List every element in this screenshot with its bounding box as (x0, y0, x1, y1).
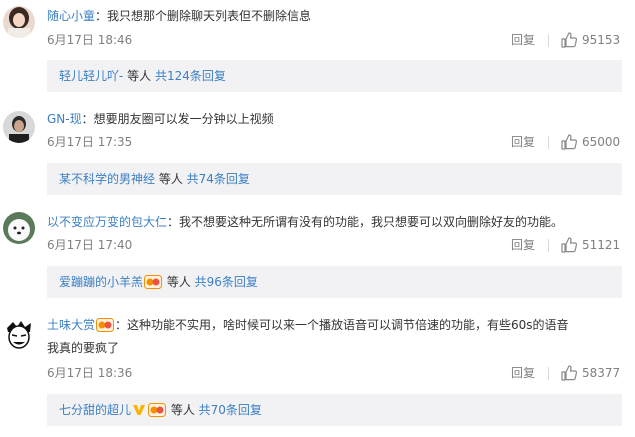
avatar[interactable] (3, 111, 35, 143)
reply-button[interactable]: 回复 (511, 134, 535, 150)
username-link[interactable]: 随心小童 (47, 9, 95, 23)
comment-date: 6月17日 17:35 (47, 135, 133, 149)
like-count: 65000 (582, 135, 621, 149)
sub-replies-line: 某不科学的男神经 等人 共74条回复 (59, 170, 250, 188)
sub-reply-username[interactable]: 某不科学的男神经 (59, 172, 155, 186)
fan-club-badge-icon (144, 275, 163, 289)
divider (548, 34, 549, 47)
thumbs-up-icon (561, 365, 578, 381)
fan-club-badge-icon (96, 318, 115, 332)
avatar[interactable] (3, 212, 35, 244)
comment-date: 6月17日 18:46 (47, 33, 133, 47)
sub-reply-username[interactable]: 轻儿轻儿吖- (59, 69, 123, 83)
reply-button[interactable]: 回复 (511, 365, 535, 381)
avatar[interactable] (3, 6, 35, 38)
view-replies-link[interactable]: 共70条回复 (199, 403, 262, 417)
reply-button[interactable]: 回复 (511, 237, 535, 253)
comment-text-continued: 我真的要疯了 (47, 341, 120, 355)
sub-reply-etc: 等人 (163, 275, 195, 289)
username-link[interactable]: 以不变应万变的包大仁 (47, 215, 167, 229)
sub-reply-etc: 等人 (123, 69, 155, 83)
view-replies-link[interactable]: 共74条回复 (187, 172, 250, 186)
sub-replies-box: 爱蹦蹦的小羊羔 等人 共96条回复 (47, 266, 622, 298)
reply-button[interactable]: 回复 (511, 32, 535, 48)
thumbs-up-icon (561, 32, 578, 48)
comment-text: 我不想要这种无所谓有没有的功能，我只想要可以双向删除好友的功能。 (179, 215, 564, 229)
sub-reply-etc: 等人 (167, 403, 199, 417)
view-replies-link[interactable]: 共124条回复 (155, 69, 226, 83)
separator: ： (167, 215, 180, 229)
divider (548, 239, 549, 252)
comment-line: GN-现：想要朋友圈可以发一分钟以上视频 (47, 110, 274, 128)
sub-reply-etc: 等人 (155, 172, 187, 186)
divider (548, 136, 549, 149)
like-count: 95153 (582, 33, 621, 47)
comment-text: 这种功能不实用，啥时候可以来一个播放语音可以调节倍速的功能，有些60s的语音 (127, 318, 569, 332)
comment-line: 土味大赏 ：这种功能不实用，啥时候可以来一个播放语音可以调节倍速的功能，有些60s… (47, 316, 569, 334)
username-link[interactable]: GN-现 (47, 112, 82, 126)
sub-replies-box: 七分甜的超儿 等人 共70条回复 (47, 394, 622, 426)
username-link[interactable]: 土味大赏 (47, 318, 95, 332)
comment-date: 6月17日 17:40 (47, 238, 133, 252)
avatar[interactable] (3, 318, 35, 350)
comment-line: 随心小童：我只想那个删除聊天列表但不删除信息 (47, 7, 311, 25)
sub-replies-box: 轻儿轻儿吖- 等人 共124条回复 (47, 60, 622, 92)
view-replies-link[interactable]: 共96条回复 (195, 275, 258, 289)
sub-reply-username[interactable]: 七分甜的超儿 (59, 403, 131, 417)
thumbs-up-icon (561, 237, 578, 253)
sub-reply-username[interactable]: 爱蹦蹦的小羊羔 (59, 275, 143, 289)
separator: ： (95, 9, 108, 23)
sub-replies-line: 轻儿轻儿吖- 等人 共124条回复 (59, 67, 226, 85)
sub-replies-line: 七分甜的超儿 等人 共70条回复 (59, 401, 262, 419)
like-count: 51121 (582, 238, 621, 252)
comment-date: 6月17日 18:36 (47, 366, 133, 380)
sub-replies-line: 爱蹦蹦的小羊羔 等人 共96条回复 (59, 273, 258, 291)
gold-v-badge-icon (133, 405, 146, 415)
comment-text: 想要朋友圈可以发一分钟以上视频 (93, 112, 274, 126)
fan-club-badge-icon (148, 403, 167, 417)
comment-text: 我只想那个删除聊天列表但不删除信息 (107, 9, 312, 23)
sub-replies-box: 某不科学的男神经 等人 共74条回复 (47, 163, 622, 195)
separator: ： (115, 318, 128, 332)
like-count: 58377 (582, 366, 621, 380)
separator: ： (81, 112, 94, 126)
thumbs-up-icon (561, 134, 578, 150)
comment-line: 以不变应万变的包大仁：我不想要这种无所谓有没有的功能，我只想要可以双向删除好友的… (47, 213, 563, 231)
divider (548, 367, 549, 380)
